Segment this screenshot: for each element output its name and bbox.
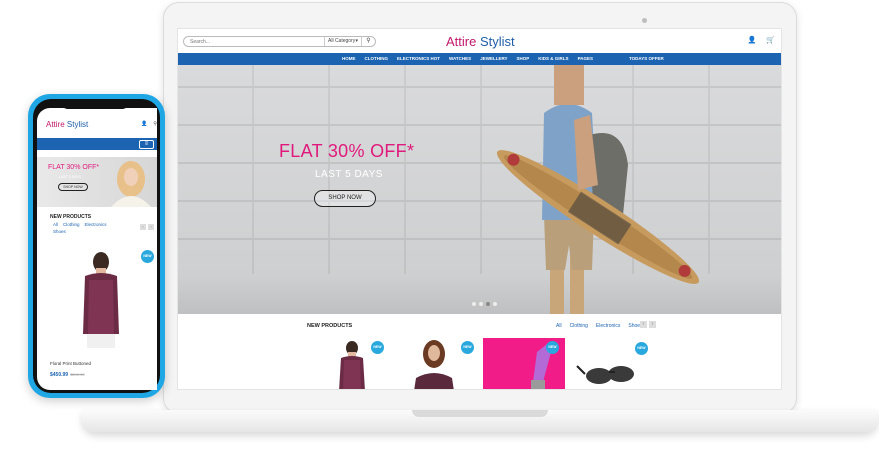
cart-icon[interactable]: 🛒 [766, 36, 775, 44]
site-header: All Category ▾ ⚲ Attire Stylist 👤 🛒 [178, 29, 781, 53]
nav-item-electronics[interactable]: ELECTRONICS HOT [397, 53, 440, 65]
phone-notch [60, 99, 130, 109]
nav-item-clothing[interactable]: CLOTHING [365, 53, 389, 65]
tab-all[interactable]: All [53, 222, 58, 227]
mobile-shop-now-button[interactable]: SHOP NOW [58, 183, 88, 191]
new-badge: NEW [461, 341, 474, 354]
product-old-price: $500.00 [70, 372, 85, 377]
search-icon[interactable]: ⚲ [153, 121, 157, 127]
tab-clothing[interactable]: Clothing [63, 222, 80, 227]
new-badge: NEW [546, 341, 559, 354]
category-select[interactable]: All Category ▾ [324, 37, 361, 46]
slider-dot[interactable] [479, 302, 483, 306]
nav-item-kids-girls[interactable]: KIDS & GIRLS [538, 53, 568, 65]
logo-part-1: Attire [446, 34, 477, 49]
mobile-product-image [83, 252, 119, 348]
new-products-tabs: All Clothing Electronics Shoes [556, 323, 643, 329]
desktop-screen: All Category ▾ ⚲ Attire Stylist 👤 🛒 HOME… [177, 28, 782, 390]
tab-clothing[interactable]: Clothing [570, 323, 588, 329]
mobile-logo-part-1: Attire [46, 120, 65, 129]
nav-item-watches[interactable]: WATCHES [449, 53, 471, 65]
header-icons: 👤 🛒 [748, 36, 775, 44]
logo-part-2: Stylist [479, 34, 515, 49]
hero-shop-now-button[interactable]: SHOP NOW [314, 190, 376, 207]
tab-shoes[interactable]: Shoes [53, 229, 66, 234]
mobile-logo-part-2: Stylist [66, 120, 89, 129]
hero-slider: FLAT 30% OFF* LAST 5 DAYS SHOP NOW [178, 65, 781, 314]
mobile-hero-banner: FLAT 30% OFF* LAST 5 DAYS SHOP NOW [37, 157, 157, 207]
mobile-product-price: $450.99 $500.00 [50, 372, 85, 378]
mobile-screen: Attire Stylist 👤 ⚲ ≡ FLAT 30% OFF* LAST … [37, 108, 157, 390]
site-logo[interactable]: Attire Stylist [446, 34, 515, 49]
product-tile[interactable]: NEW [483, 338, 565, 389]
laptop-notch [412, 410, 548, 417]
search-icon: ⚲ [366, 38, 371, 44]
nav-item-todays-offer[interactable]: TODAYS OFFER [629, 53, 664, 65]
chevron-right-icon[interactable]: › [148, 224, 154, 230]
mobile-product-name[interactable]: Floral Print Buttoned [50, 361, 91, 366]
hero-title: FLAT 30% OFF* [279, 141, 415, 161]
slider-dots [472, 302, 497, 306]
hero-subtitle: LAST 5 DAYS [315, 169, 383, 180]
nav-item-jewellery[interactable]: JEWELLERY [480, 53, 507, 65]
new-products-section: NEW PRODUCTS All Clothing Electronics Sh… [178, 314, 781, 389]
search-button[interactable]: ⚲ [361, 37, 375, 46]
chevron-down-icon: ▾ [355, 38, 358, 44]
new-badge: NEW [371, 341, 384, 354]
slider-dot[interactable] [472, 302, 476, 306]
search-bar: All Category ▾ ⚲ [183, 36, 376, 47]
tab-electronics[interactable]: Electronics [85, 222, 107, 227]
product-tile[interactable]: NEW [396, 338, 478, 389]
search-input[interactable] [184, 37, 324, 46]
chevron-left-icon[interactable]: ‹ [640, 321, 647, 328]
mobile-logo[interactable]: Attire Stylist [46, 120, 88, 129]
product-tile[interactable]: NEW [308, 338, 390, 389]
mobile-new-products-title: NEW PRODUCTS [50, 214, 92, 220]
nav-item-pages[interactable]: PAGES [578, 53, 593, 65]
category-select-label: All Category [328, 38, 356, 44]
hamburger-menu-icon[interactable]: ≡ [139, 140, 154, 149]
new-badge: NEW [635, 342, 648, 355]
product-price: $450.99 [50, 372, 69, 378]
user-icon[interactable]: 👤 [748, 36, 757, 44]
new-badge: NEW [141, 250, 154, 263]
product-carousel-arrows: ‹ › [640, 321, 656, 328]
mobile-carousel-arrows: ‹ › [140, 224, 154, 230]
mobile-header-icons: 👤 ⚲ [141, 121, 157, 127]
product-tile[interactable]: NEW [571, 338, 653, 389]
nav-item-home[interactable]: HOME [342, 53, 356, 65]
mobile-new-products-tabs: All Clothing Electronics [53, 222, 107, 227]
hero-image [496, 65, 700, 314]
webcam [642, 18, 647, 23]
tab-all[interactable]: All [556, 323, 562, 329]
chevron-left-icon[interactable]: ‹ [140, 224, 146, 230]
tab-electronics[interactable]: Electronics [596, 323, 620, 329]
user-icon[interactable]: 👤 [141, 121, 147, 127]
nav-items: HOME CLOTHING ELECTRONICS HOT WATCHES JE… [342, 53, 593, 65]
nav-item-shop[interactable]: SHOP [517, 53, 530, 65]
new-products-title: NEW PRODUCTS [307, 323, 353, 329]
mobile-hero-subtitle: LAST 5 DAYS [59, 175, 81, 179]
slider-dot-active[interactable] [486, 302, 490, 306]
slider-dot[interactable] [493, 302, 497, 306]
chevron-right-icon[interactable]: › [649, 321, 656, 328]
main-nav: HOME CLOTHING ELECTRONICS HOT WATCHES JE… [178, 53, 781, 65]
mobile-hero-title: FLAT 30% OFF* [48, 164, 100, 171]
